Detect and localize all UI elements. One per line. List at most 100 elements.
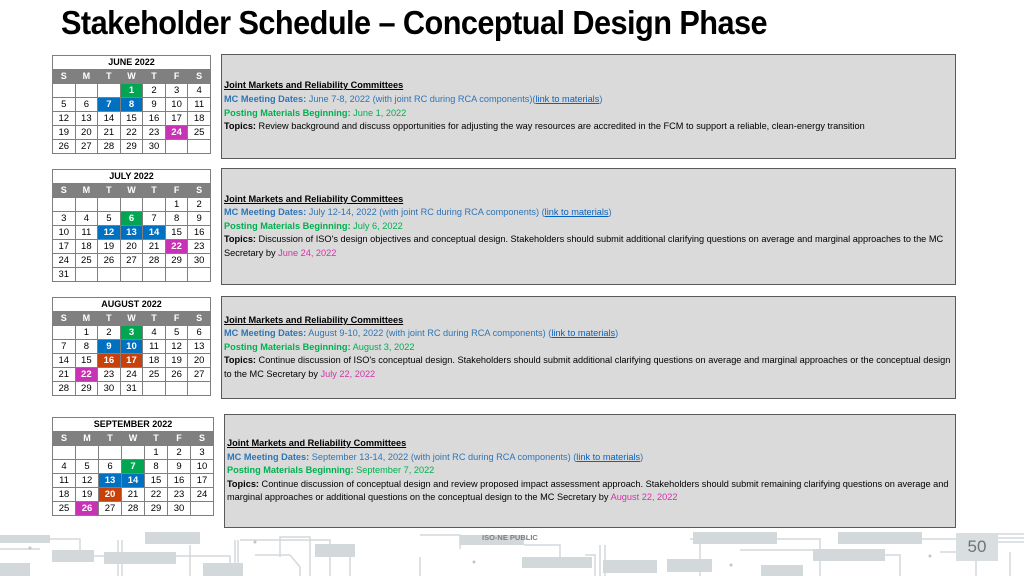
topics-text: Continue discussion of conceptual design… (227, 478, 949, 503)
calendar-day: 21 (121, 487, 145, 502)
calendar-day: 16 (167, 473, 191, 488)
posting-materials-date: September 7, 2022 (353, 465, 435, 476)
calendar-week-row: 26 27 28 29 30 (52, 139, 211, 154)
calendar-week-row: 24 25 26 27 28 29 30 (52, 253, 211, 268)
calendar-day: 10 (119, 339, 144, 354)
calendar-day: 23 (187, 239, 211, 254)
weekday-header: M (74, 311, 99, 326)
calendar-day: 27 (98, 501, 122, 516)
calendar-day: 16 (97, 353, 121, 368)
posting-materials-label: Posting Materials Beginning: (227, 465, 354, 476)
calendar-month-label: JULY 2022 (52, 169, 211, 184)
calendar-day: 24 (119, 367, 144, 382)
committee-heading: Joint Markets and Reliability Committees (224, 193, 404, 204)
weekday-header: T (142, 311, 166, 326)
link-to-materials[interactable]: link to materials (535, 94, 599, 104)
calendar-day: 20 (187, 353, 211, 368)
calendar-day: 13 (119, 225, 144, 240)
questions-deadline: August 22, 2022 (610, 492, 678, 503)
calendar-week-row: 18 19 20 21 22 23 24 (52, 487, 214, 502)
calendar-empty-cell (74, 83, 99, 98)
committee-heading: Joint Markets and Reliability Committees (224, 80, 404, 91)
calendar-week-row: 12 (52, 197, 211, 212)
calendar-day: 26 (52, 139, 76, 154)
calendar-empty-cell (164, 381, 189, 396)
weekday-header: W (119, 69, 144, 84)
calendar-day: 7 (142, 211, 166, 226)
mc-meeting-dates-close: ) (640, 451, 644, 462)
calendar-day: 9 (142, 97, 166, 112)
calendar-day: 30 (142, 139, 166, 154)
calendar-day: 4 (52, 459, 76, 474)
weekday-header: S (52, 431, 76, 446)
calendar-day: 6 (187, 325, 211, 340)
calendar-day: 31 (119, 381, 144, 396)
calendar-day: 8 (164, 211, 189, 226)
calendar-day: 13 (187, 339, 211, 354)
calendar-day: 1 (74, 325, 99, 340)
topics-line: Topics: Discussion of ISO's design objec… (224, 233, 955, 260)
calendar-day: 1 (144, 445, 168, 460)
topics-text: Review background and discuss opportunit… (256, 121, 865, 132)
classification-label: ISO-NE PUBLIC (482, 533, 538, 542)
weekday-header: W (119, 183, 144, 198)
weekday-header: T (142, 183, 166, 198)
calendar-day: 12 (97, 225, 121, 240)
info-box-september: Joint Markets and Reliability Committees… (224, 414, 956, 528)
calendar-day: 3 (119, 325, 144, 340)
calendar-day: 1 (119, 83, 144, 98)
weekday-header: S (187, 69, 211, 84)
calendar-empty-cell (75, 445, 99, 460)
calendar-day: 18 (74, 239, 99, 254)
link-to-materials[interactable]: link to materials (545, 207, 609, 217)
mc-meeting-dates-line: MC Meeting Dates: August 9-10, 2022 (wit… (224, 327, 955, 341)
calendar-week-row: 10 11 12 13 14 15 16 (52, 225, 211, 240)
calendar-day: 18 (187, 111, 211, 126)
calendar-day: 22 (164, 239, 189, 254)
link-to-materials[interactable]: link to materials (576, 452, 640, 462)
calendar-empty-cell (142, 267, 166, 282)
link-to-materials[interactable]: link to materials (551, 328, 615, 338)
calendar-day: 10 (164, 97, 189, 112)
calendar-day: 3 (52, 211, 76, 226)
calendar-month-label: JUNE 2022 (52, 55, 211, 70)
calendar-day: 3 (190, 445, 214, 460)
posting-materials-line: Posting Materials Beginning: July 6, 202… (224, 220, 955, 234)
weekday-header: M (75, 431, 99, 446)
calendar-day: 6 (119, 211, 144, 226)
calendar-day: 23 (167, 487, 191, 502)
mc-meeting-dates-value: August 9-10, 2022 (with joint RC during … (306, 328, 552, 339)
mc-meeting-dates-line: MC Meeting Dates: July 12-14, 2022 (with… (224, 206, 955, 220)
calendar-day: 30 (187, 253, 211, 268)
weekday-header: T (97, 183, 121, 198)
calendar-day: 7 (121, 459, 145, 474)
calendar-day: 26 (75, 501, 99, 516)
calendar-empty-cell (74, 267, 99, 282)
calendar-day: 24 (164, 125, 189, 140)
calendar-day: 19 (75, 487, 99, 502)
page-number: 50 (956, 533, 998, 561)
calendar-day: 29 (74, 381, 99, 396)
calendar-day: 16 (142, 111, 166, 126)
weekday-header: M (74, 69, 99, 84)
weekday-header: S (190, 431, 214, 446)
calendar-empty-cell (52, 197, 76, 212)
committee-heading: Joint Markets and Reliability Committees (224, 314, 404, 325)
info-box-june: Joint Markets and Reliability Committees… (221, 54, 956, 159)
calendar-empty-cell (97, 197, 121, 212)
mc-meeting-dates-line: MC Meeting Dates: June 7-8, 2022 (with j… (224, 93, 955, 107)
calendar-day: 23 (142, 125, 166, 140)
page-title: Stakeholder Schedule – Conceptual Design… (61, 4, 768, 41)
weekday-header: S (187, 311, 211, 326)
posting-materials-date: June 1, 2022 (350, 107, 407, 118)
weekday-header: S (52, 311, 76, 326)
calendar-day: 15 (119, 111, 144, 126)
calendar-day: 14 (52, 353, 76, 368)
calendar-day: 20 (98, 487, 122, 502)
weekday-header: T (144, 431, 168, 446)
calendar-empty-cell (142, 381, 166, 396)
calendar-week-row: 123456 (52, 325, 211, 340)
calendar-day: 17 (52, 239, 76, 254)
calendar-week-row: 25 26 27 28 29 30 (52, 501, 214, 516)
calendar-empty-cell (121, 445, 145, 460)
